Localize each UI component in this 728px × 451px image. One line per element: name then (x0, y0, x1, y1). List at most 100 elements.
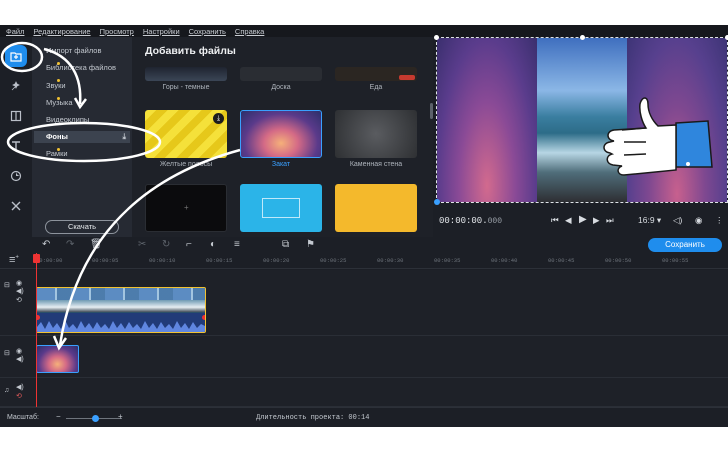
skip-forward-icon[interactable]: ⏭ (606, 215, 614, 226)
filters-icon[interactable] (5, 75, 27, 97)
ruler-tick: 00:00:45 (548, 257, 575, 264)
import-icon[interactable] (5, 45, 27, 67)
tools-icon[interactable] (5, 195, 27, 217)
timecode-main: 00:00:00. (439, 216, 488, 226)
overlay-icon[interactable]: ⧉ (282, 239, 289, 250)
marker-icon[interactable]: ⚑ (306, 239, 315, 250)
thumbnail-board[interactable] (240, 67, 322, 81)
snapshot-icon[interactable]: ◉ (695, 215, 702, 226)
step-back-icon[interactable]: ◀ (565, 215, 572, 226)
thumbnail-mountains[interactable] (145, 67, 227, 81)
track-lock-icon[interactable]: ⊟ (4, 349, 10, 357)
tool-rail (0, 37, 32, 237)
background-left (437, 38, 537, 202)
video-clip[interactable] (36, 287, 206, 333)
track-volume-icon[interactable]: ◀) (16, 383, 24, 391)
color-adjust-icon[interactable]: ◐ (210, 239, 216, 250)
crosshair-icon: + (184, 203, 189, 212)
video-frame (537, 38, 627, 202)
thumbnail-black-frame[interactable]: + (145, 184, 227, 232)
track-volume-icon[interactable]: ◀) (16, 355, 24, 363)
menu-edit[interactable]: Редактирование (33, 27, 90, 36)
menu-file[interactable]: Файл (6, 27, 24, 36)
playhead[interactable] (36, 253, 37, 427)
clip-properties-icon[interactable]: ≡ (234, 239, 240, 250)
download-icon[interactable]: ⤓ (122, 131, 126, 143)
ruler-tick: 00:00:35 (434, 257, 461, 264)
track-link-icon[interactable]: ⟲ (16, 392, 22, 400)
track-visibility-icon[interactable]: ◉ (16, 279, 22, 287)
food-detail (399, 75, 415, 80)
menu-view[interactable]: Просмотр (100, 27, 134, 36)
new-indicator (57, 79, 60, 82)
track-link-icon[interactable]: ⟲ (16, 296, 22, 304)
thumbnail-sunset[interactable] (240, 110, 322, 158)
category-import[interactable]: Импорт файлов (46, 46, 101, 55)
audio-track: ♫ ◀) ⟲ (0, 378, 728, 407)
aspect-ratio-value: 16:9 (638, 215, 655, 225)
thumbnail-blue-frame[interactable] (240, 184, 322, 232)
zoom-out-icon[interactable]: − (56, 412, 61, 421)
volume-icon[interactable]: ◁) (673, 215, 682, 226)
overlay-clip[interactable] (36, 345, 79, 373)
audio-waveform (37, 313, 205, 332)
thumbnail-stone-wall[interactable] (335, 110, 417, 158)
menu-bar: Файл Редактирование Просмотр Настройки С… (0, 25, 728, 37)
timeline-toolbar: ↶ ↷ 🗑 ✂ ↻ ⌐ ◐ ≡ ⧉ ⚑ Сохранить (0, 237, 728, 253)
transitions-icon[interactable] (5, 105, 27, 127)
audio-keyframe[interactable] (202, 315, 205, 320)
stickers-icon[interactable] (5, 165, 27, 187)
status-bar: Масштаб: − + Длительность проекта: 00:14 (0, 407, 728, 427)
menu-settings[interactable]: Настройки (143, 27, 180, 36)
resize-handle[interactable] (434, 35, 439, 40)
zoom-slider-handle[interactable] (92, 415, 99, 422)
resize-handle[interactable] (580, 35, 585, 40)
cut-icon[interactable]: ✂ (138, 239, 146, 250)
track-volume-icon[interactable]: ◀) (16, 287, 24, 295)
track-visibility-icon[interactable]: ◉ (16, 347, 22, 355)
ruler-tick: 00:00:40 (491, 257, 518, 264)
category-sounds[interactable]: Звуки (46, 81, 66, 90)
category-video-clips[interactable]: Видеоклипы (46, 115, 89, 124)
menu-help[interactable]: Справка (235, 27, 264, 36)
resize-handle[interactable] (434, 199, 440, 205)
timecode-ms: 000 (487, 217, 503, 226)
undo-icon[interactable]: ↶ (42, 239, 50, 250)
thumbnail-label: Закат (271, 161, 291, 168)
download-button[interactable]: Скачать (45, 220, 119, 234)
more-icon[interactable]: ⋮ (715, 215, 724, 226)
thumbnail-food[interactable] (335, 67, 417, 81)
music-note-icon[interactable]: ♫ (4, 387, 9, 394)
new-indicator (57, 97, 60, 100)
save-button[interactable]: Сохранить (648, 238, 722, 252)
file-browser: Добавить файлы Горы - темные Доска Еда ⤓… (132, 37, 433, 237)
ruler-tick: 00:00:20 (263, 257, 290, 264)
timeline-ruler[interactable]: ≡+ 00:00:00 00:00:05 00:00:10 00:00:15 0… (0, 253, 728, 269)
play-icon[interactable]: ▶ (579, 214, 587, 225)
crop-icon[interactable]: ⌐ (186, 239, 192, 250)
preview-screen[interactable] (434, 35, 728, 205)
titles-icon[interactable] (5, 135, 27, 157)
rotate-icon[interactable]: ↻ (162, 239, 170, 250)
preview-panel: 00:00:00.000 ⏮ ◀ ▶ ▶ ⏭ 16:9 ▾ ◁) ◉ ⋮ (433, 35, 728, 237)
video-track: ⊟ ◉ ◀) ⟲ (0, 270, 728, 336)
step-forward-icon[interactable]: ▶ (593, 215, 600, 226)
menu-save[interactable]: Сохранить (189, 27, 226, 36)
thumbnail-yellow-stripes[interactable]: ⤓ (145, 110, 227, 158)
playhead-handle[interactable] (33, 254, 40, 263)
aspect-ratio-select[interactable]: 16:9 ▾ (638, 215, 661, 226)
new-indicator (57, 62, 60, 65)
zoom-in-icon[interactable]: + (118, 412, 123, 421)
ruler-tick: 00:00:25 (320, 257, 347, 264)
category-backgrounds[interactable]: Фоны ⤓ (34, 131, 130, 143)
download-icon[interactable]: ⤓ (213, 113, 224, 124)
ruler-tick: 00:00:50 (605, 257, 632, 264)
skip-back-icon[interactable]: ⏮ (551, 215, 559, 226)
thumbnail-yellow-frame[interactable] (335, 184, 417, 232)
add-track-icon[interactable]: ≡+ (9, 254, 19, 266)
delete-icon[interactable]: 🗑 (90, 239, 103, 250)
ruler-tick: 00:00:30 (377, 257, 404, 264)
redo-icon[interactable]: ↷ (66, 239, 74, 250)
ruler-tick: 00:00:15 (206, 257, 233, 264)
track-lock-icon[interactable]: ⊟ (4, 281, 10, 289)
